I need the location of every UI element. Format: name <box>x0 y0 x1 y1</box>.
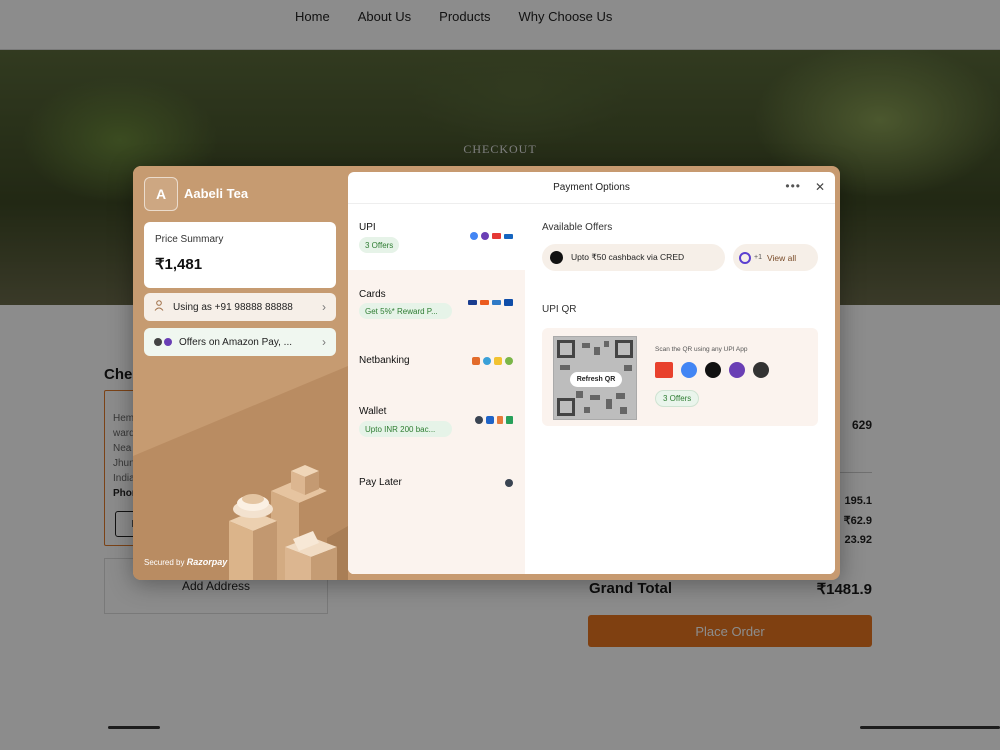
offer-provider-icons <box>154 338 172 346</box>
close-icon[interactable]: ✕ <box>815 180 825 194</box>
isometric-tea-illustration <box>229 465 337 580</box>
method-name: Netbanking <box>359 355 410 366</box>
method-pay-later[interactable]: Pay Later <box>348 458 525 514</box>
extra-offers-count: +1 <box>754 254 762 261</box>
price-amount: ₹1,481 <box>155 256 203 273</box>
bhim-icon <box>655 362 673 378</box>
view-all-link[interactable]: View all <box>767 253 796 263</box>
user-contact-row[interactable]: Using as +91 98888 88888 › <box>144 293 336 321</box>
upi-qr-label: UPI QR <box>542 304 577 315</box>
wallet-icons <box>475 416 513 424</box>
chevron-right-icon: › <box>322 335 326 349</box>
upi-apps-row <box>655 362 769 378</box>
bank-icons <box>472 357 513 365</box>
user-contact-text: Using as +91 98888 88888 <box>173 301 293 313</box>
merchant-name: Aabeli Tea <box>184 186 249 201</box>
offers-row[interactable]: Offers on Amazon Pay, ... › <box>144 328 336 356</box>
pay-later-icons <box>505 479 513 487</box>
paytm-icon <box>705 362 721 378</box>
method-wallet[interactable]: Wallet Upto INR 200 bac... <box>348 392 525 458</box>
secured-by-razorpay: Secured by Razorpay <box>144 557 227 567</box>
method-name: Wallet <box>359 406 387 417</box>
chevron-right-icon: › <box>322 300 326 314</box>
user-icon <box>154 300 166 314</box>
method-name: UPI <box>359 222 376 233</box>
method-offer-badge: 3 Offers <box>359 237 400 253</box>
offers-text: Offers on Amazon Pay, ... <box>179 336 293 348</box>
cred-offer-pill[interactable]: Upto ₹50 cashback via CRED <box>542 244 725 271</box>
available-offers-label: Available Offers <box>542 222 613 233</box>
cred-offer-text: Upto ₹50 cashback via CRED <box>571 252 685 262</box>
secured-by-label: Secured by <box>144 558 185 567</box>
upi-qr-card: Refresh QR Scan the QR using any UPI App… <box>542 328 818 426</box>
method-netbanking[interactable]: Netbanking <box>348 336 525 392</box>
more-options-icon[interactable]: ••• <box>785 179 801 193</box>
payment-method-content: Available Offers Upto ₹50 cashback via C… <box>525 204 835 574</box>
qr-code-image: Refresh QR <box>553 336 637 420</box>
refresh-qr-button[interactable]: Refresh QR <box>570 372 622 387</box>
amazonpay-icon <box>753 362 769 378</box>
cred-icon <box>550 251 563 264</box>
phonepe-icon <box>729 362 745 378</box>
qr-offers-badge[interactable]: 3 Offers <box>655 390 700 407</box>
offer-provider-icon <box>739 251 751 264</box>
scan-instructions: Scan the QR using any UPI App <box>655 346 748 353</box>
method-name: Cards <box>359 289 386 300</box>
method-offer-badge: Get 5%* Reward P... <box>359 303 452 319</box>
price-summary-label: Price Summary <box>155 234 224 245</box>
card-network-icons <box>468 298 513 306</box>
view-all-offers-pill[interactable]: +1 View all <box>733 244 818 271</box>
payment-options-header: Payment Options ••• ✕ <box>348 172 835 204</box>
merchant-panel: A Aabeli Tea Price Summary ₹1,481 Using … <box>133 166 348 580</box>
payment-options-panel: Payment Options ••• ✕ UPI 3 Offers Cards… <box>348 172 835 574</box>
method-offer-badge: Upto INR 200 bac... <box>359 421 452 437</box>
payment-methods-list: UPI 3 Offers Cards Get 5%* Reward P... N… <box>348 204 525 574</box>
method-upi[interactable]: UPI 3 Offers <box>348 204 525 270</box>
payment-options-title: Payment Options <box>553 182 630 193</box>
method-cards[interactable]: Cards Get 5%* Reward P... <box>348 270 525 336</box>
price-summary-card: Price Summary ₹1,481 <box>144 222 336 288</box>
merchant-logo: A <box>144 177 178 211</box>
upi-app-icons <box>470 232 513 240</box>
razorpay-logo: Razorpay <box>186 557 228 567</box>
method-name: Pay Later <box>359 477 402 488</box>
gpay-icon <box>681 362 697 378</box>
razorpay-checkout-modal: A Aabeli Tea Price Summary ₹1,481 Using … <box>133 166 840 580</box>
